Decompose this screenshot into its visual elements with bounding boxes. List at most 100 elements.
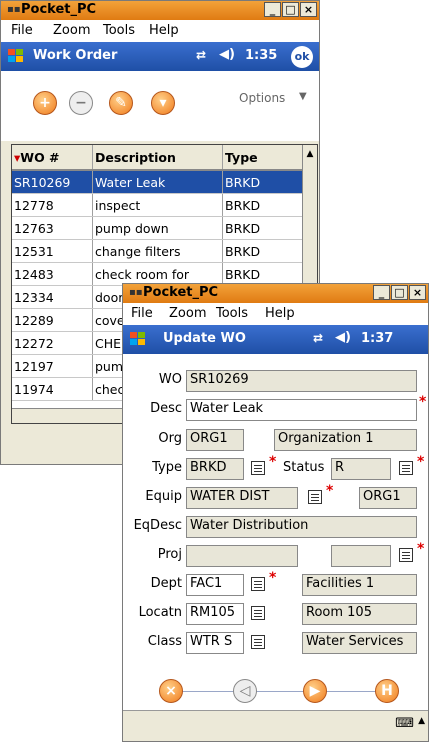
update-wo-window: ▪▪ Pocket_PC _ □ × File Zoom Tools Help … xyxy=(122,283,429,742)
table-cell-wo: 12289 xyxy=(12,308,93,332)
menu-bar: File Zoom Tools Help xyxy=(123,303,428,325)
close-button[interactable]: × xyxy=(300,2,317,17)
type-lookup-icon[interactable] xyxy=(251,461,265,475)
options-menu[interactable]: Options xyxy=(239,91,285,105)
class-field[interactable]: WTR S xyxy=(186,632,244,654)
table-cell-type: BRKD xyxy=(222,170,306,194)
table-cell-wo: SR10269 xyxy=(12,170,93,194)
menu-tools[interactable]: Tools xyxy=(216,306,248,321)
table-cell-wo: 12531 xyxy=(12,239,93,263)
update-wo-form: WO SR10269 Desc Water Leak * Org ORG1 Or… xyxy=(123,354,428,674)
required-marker: * xyxy=(417,454,425,470)
column-header-type[interactable]: Type xyxy=(222,145,306,171)
table-cell-wo: 12197 xyxy=(12,354,93,378)
connectivity-icon[interactable]: ⇄ xyxy=(196,48,206,62)
eqdesc-field: Water Distribution xyxy=(186,516,417,538)
table-cell-wo: 11974 xyxy=(12,377,93,401)
required-marker: * xyxy=(419,394,427,410)
table-cell-wo: 12763 xyxy=(12,216,93,240)
class-label: Class xyxy=(147,634,182,649)
toolbar: + − ✎ ▾ Options ▼ xyxy=(1,71,319,141)
menu-tools[interactable]: Tools xyxy=(103,23,135,38)
menu-bar: File Zoom Tools Help xyxy=(1,20,319,42)
clock: 1:35 xyxy=(245,48,278,63)
connectivity-icon[interactable]: ⇄ xyxy=(313,331,323,345)
org-label: Org xyxy=(158,431,182,446)
desc-label: Desc xyxy=(150,401,182,416)
equip-field[interactable]: WATER DIST xyxy=(186,487,298,509)
nav-connector-line xyxy=(171,691,398,692)
edit-icon[interactable]: ✎ xyxy=(109,91,133,115)
windows-start-icon[interactable] xyxy=(127,329,149,349)
volume-icon[interactable]: ◀) xyxy=(219,47,235,62)
table-cell-wo: 12483 xyxy=(12,262,93,286)
locatn-lookup-icon[interactable] xyxy=(251,606,265,620)
sip-bar: ⌨ ▲ xyxy=(123,710,428,741)
ok-button[interactable]: ok xyxy=(291,46,313,68)
table-row[interactable]: SR10269 Water Leak BRKD xyxy=(12,170,306,194)
title-bar: ▪▪ Pocket_PC _ □ × xyxy=(1,1,319,20)
filter-icon[interactable]: ▾ xyxy=(151,91,175,115)
cancel-icon[interactable]: × xyxy=(159,679,183,703)
menu-zoom[interactable]: Zoom xyxy=(169,306,206,321)
equip-lookup-icon[interactable] xyxy=(308,490,322,504)
table-row[interactable]: 12778 inspect BRKD xyxy=(12,193,306,217)
required-marker: * xyxy=(269,570,277,586)
menu-help[interactable]: Help xyxy=(149,23,179,38)
menu-file[interactable]: File xyxy=(11,23,33,38)
menu-file[interactable]: File xyxy=(131,306,153,321)
maximize-button[interactable]: □ xyxy=(282,2,299,17)
org-field[interactable]: ORG1 xyxy=(186,429,244,451)
table-row[interactable]: 12763 pump down BRKD xyxy=(12,216,306,240)
status-lookup-icon[interactable] xyxy=(399,461,413,475)
proj-label: Proj xyxy=(157,547,182,562)
proj-secondary-field[interactable] xyxy=(331,545,391,567)
form-nav-bar: × ◁ ▶ H xyxy=(123,674,428,710)
table-cell-wo: 12778 xyxy=(12,193,93,217)
dept-field[interactable]: FAC1 xyxy=(186,574,244,596)
menu-help[interactable]: Help xyxy=(265,306,295,321)
table-cell-desc: pump down xyxy=(92,216,223,240)
column-header-wo[interactable]: ▾WO # xyxy=(12,145,93,171)
back-icon[interactable]: ◁ xyxy=(233,679,257,703)
locatn-label: Locatn xyxy=(138,605,182,620)
locatn-field[interactable]: RM105 xyxy=(186,603,244,625)
table-cell-wo: 12334 xyxy=(12,285,93,309)
forward-icon[interactable]: ▶ xyxy=(303,679,327,703)
column-header-description[interactable]: Description xyxy=(92,145,223,171)
wo-field[interactable]: SR10269 xyxy=(186,370,417,392)
minimize-button[interactable]: _ xyxy=(373,285,390,300)
sip-arrow-icon[interactable]: ▲ xyxy=(418,716,425,726)
type-field[interactable]: BRKD xyxy=(186,458,244,480)
dept-label: Dept xyxy=(150,576,182,591)
equip-org-field: ORG1 xyxy=(359,487,417,509)
scroll-up-icon[interactable]: ▲ xyxy=(303,149,317,159)
remove-icon[interactable]: − xyxy=(69,91,93,115)
proj-field[interactable] xyxy=(186,545,298,567)
required-marker: * xyxy=(269,454,277,470)
menu-zoom[interactable]: Zoom xyxy=(53,23,90,38)
proj-lookup-icon[interactable] xyxy=(399,548,413,562)
add-icon[interactable]: + xyxy=(33,91,57,115)
wo-label: WO xyxy=(158,372,182,387)
nav-title: Work Order xyxy=(33,48,118,63)
maximize-button[interactable]: □ xyxy=(391,285,408,300)
close-button[interactable]: × xyxy=(409,285,426,300)
table-cell-type: BRKD xyxy=(222,239,306,263)
desc-field[interactable]: Water Leak xyxy=(186,399,417,421)
dept-lookup-icon[interactable] xyxy=(251,577,265,591)
status-field[interactable]: R xyxy=(331,458,391,480)
class-lookup-icon[interactable] xyxy=(251,635,265,649)
options-dropdown-icon[interactable]: ▼ xyxy=(299,91,307,102)
minimize-button[interactable]: _ xyxy=(264,2,281,17)
table-row[interactable]: 12531 change filters BRKD xyxy=(12,239,306,263)
clock: 1:37 xyxy=(361,331,394,346)
volume-icon[interactable]: ◀) xyxy=(335,330,351,345)
required-marker: * xyxy=(326,483,334,499)
table-cell-desc: inspect xyxy=(92,193,223,217)
keyboard-icon[interactable]: ⌨ xyxy=(395,716,414,731)
nav-title: Update WO xyxy=(163,331,246,346)
window-title: Pocket_PC xyxy=(21,2,97,17)
save-icon[interactable]: H xyxy=(375,679,399,703)
windows-start-icon[interactable] xyxy=(5,46,27,66)
